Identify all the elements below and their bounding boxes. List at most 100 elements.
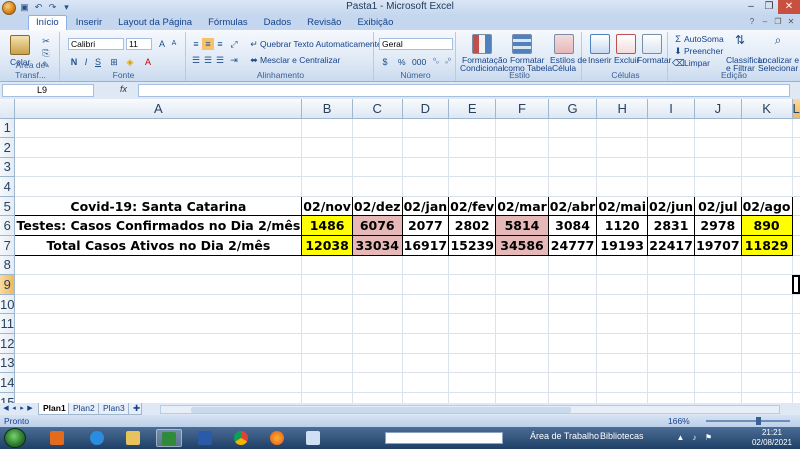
zoom-slider[interactable] bbox=[706, 417, 790, 425]
row-header[interactable]: 13 bbox=[0, 353, 16, 374]
cell-a6[interactable]: Testes: Casos Confirmados no Dia 2/mês bbox=[14, 215, 303, 237]
insert-sheet-icon[interactable]: ✚ bbox=[128, 403, 142, 415]
align-middle-icon[interactable]: ≡ bbox=[202, 38, 214, 50]
conditional-format-icon[interactable] bbox=[472, 34, 492, 54]
cell-j6[interactable]: 2978 bbox=[694, 215, 742, 237]
format-as-table-icon[interactable] bbox=[512, 34, 532, 54]
cell-g7[interactable]: 24777 bbox=[547, 235, 598, 256]
cell-d6[interactable]: 2077 bbox=[401, 215, 450, 237]
worksheet-grid[interactable]: A B C D E F G H I J K L 1 2 3 4 5 Covid-… bbox=[0, 99, 800, 403]
save-icon[interactable]: ▣ bbox=[19, 2, 30, 13]
cell-g6[interactable]: 3084 bbox=[547, 215, 598, 237]
wb-restore-icon[interactable]: ❐ bbox=[773, 17, 783, 27]
cell-k7[interactable]: 11829 bbox=[740, 235, 793, 256]
delete-cells-icon[interactable] bbox=[616, 34, 636, 54]
wb-close-icon[interactable]: ✕ bbox=[786, 17, 796, 27]
align-center-icon[interactable]: ☰ bbox=[202, 54, 214, 66]
minimize-button[interactable]: – bbox=[742, 0, 760, 14]
number-format-combo[interactable]: Geral bbox=[379, 38, 453, 50]
taskbar-word[interactable] bbox=[192, 429, 218, 447]
horizontal-scrollbar[interactable] bbox=[160, 405, 780, 414]
close-button[interactable]: ✕ bbox=[778, 0, 800, 14]
align-bottom-icon[interactable]: ≡ bbox=[214, 38, 226, 50]
column-header-k[interactable]: K bbox=[741, 99, 793, 119]
row-header[interactable]: 14 bbox=[0, 372, 16, 393]
wrap-text-button[interactable]: Quebrar Texto Automaticamente bbox=[260, 39, 382, 49]
desktop-toolbar-label[interactable]: Área de Trabalho bbox=[530, 431, 599, 441]
clear-icon[interactable]: ⌫ bbox=[672, 57, 685, 69]
tab-dados[interactable]: Dados bbox=[257, 16, 298, 30]
column-header-h[interactable]: H bbox=[596, 99, 649, 119]
column-header-e[interactable]: E bbox=[448, 99, 497, 119]
customize-qat-icon[interactable]: ▾ bbox=[61, 2, 72, 13]
tray-network-icon[interactable]: ▲ bbox=[676, 433, 685, 442]
row-header[interactable]: 12 bbox=[0, 333, 16, 354]
clear-button[interactable]: Limpar bbox=[684, 58, 710, 68]
merge-center-button[interactable]: Mesclar e Centralizar bbox=[260, 55, 340, 65]
tab-inicio[interactable]: Início bbox=[28, 15, 67, 30]
wb-minimize-icon[interactable]: – bbox=[760, 17, 770, 27]
start-button[interactable] bbox=[4, 428, 26, 448]
row-header[interactable]: 2 bbox=[0, 137, 16, 158]
row-header[interactable]: 5 bbox=[0, 196, 16, 217]
tray-flag-icon[interactable]: ⚑ bbox=[704, 433, 713, 442]
align-right-icon[interactable]: ☰ bbox=[214, 54, 226, 66]
select-all-corner[interactable] bbox=[0, 99, 16, 119]
increase-decimal-icon[interactable]: ⁰₀ bbox=[430, 56, 442, 68]
bold-button[interactable]: N bbox=[68, 56, 80, 68]
decrease-decimal-icon[interactable]: ₀⁰ bbox=[442, 56, 454, 68]
column-header-g[interactable]: G bbox=[548, 99, 598, 119]
percent-button[interactable]: % bbox=[398, 57, 406, 67]
column-header-a[interactable]: A bbox=[14, 99, 303, 119]
font-color-icon[interactable]: A bbox=[142, 56, 154, 68]
column-header-j[interactable]: J bbox=[694, 99, 742, 119]
shrink-font-icon[interactable]: A bbox=[168, 38, 180, 50]
row-header[interactable]: 8 bbox=[0, 255, 16, 276]
row-header[interactable]: 1 bbox=[0, 118, 16, 139]
insert-cells-icon[interactable] bbox=[590, 34, 610, 54]
font-size-combo[interactable]: 11 bbox=[126, 38, 152, 50]
column-header-f[interactable]: F bbox=[495, 99, 549, 119]
grow-font-icon[interactable]: A bbox=[156, 38, 168, 50]
taskbar-media-player[interactable] bbox=[44, 429, 70, 447]
sort-filter-icon[interactable]: ⇅ bbox=[734, 34, 746, 46]
cell-b6[interactable]: 1486 bbox=[301, 215, 353, 237]
restore-button[interactable]: ❐ bbox=[760, 0, 778, 14]
redo-icon[interactable]: ↷ bbox=[47, 2, 58, 13]
merge-center-icon[interactable]: ⬌ bbox=[248, 54, 260, 66]
cell-k6[interactable]: 890 bbox=[740, 215, 793, 237]
taskbar-chrome[interactable] bbox=[228, 429, 254, 447]
taskbar-search-input[interactable] bbox=[385, 432, 503, 444]
last-sheet-icon[interactable]: ▶ bbox=[26, 404, 34, 414]
cell-f5[interactable]: 02/mar bbox=[495, 195, 549, 217]
cell-e6[interactable]: 2802 bbox=[448, 215, 497, 237]
first-sheet-icon[interactable]: ◀ bbox=[2, 404, 10, 414]
cell-i5[interactable]: 02/jun bbox=[647, 195, 696, 217]
fill-color-icon[interactable]: ◈ bbox=[124, 56, 136, 68]
tab-layout[interactable]: Layout da Página bbox=[111, 16, 199, 30]
cell-a5[interactable]: Covid-19: Santa Catarina bbox=[14, 195, 303, 217]
sheet-tab-plan1[interactable]: Plan1 bbox=[38, 403, 71, 415]
sheet-tab-plan2[interactable]: Plan2 bbox=[68, 403, 100, 415]
thousands-button[interactable]: 000 bbox=[412, 57, 426, 67]
cell-c7[interactable]: 33034 bbox=[351, 235, 403, 256]
cell-g5[interactable]: 02/abr bbox=[547, 195, 598, 217]
tray-volume-icon[interactable]: ♪ bbox=[690, 433, 699, 442]
autosum-button[interactable]: AutoSoma bbox=[684, 34, 724, 44]
taskbar-notepad[interactable] bbox=[300, 429, 326, 447]
paste-icon[interactable] bbox=[10, 35, 30, 55]
row-header[interactable]: 4 bbox=[0, 176, 16, 197]
cell-f6[interactable]: 5814 bbox=[495, 215, 549, 237]
cell-e5[interactable]: 02/fev bbox=[448, 195, 497, 217]
cell-i7[interactable]: 22417 bbox=[647, 235, 696, 256]
formula-input[interactable] bbox=[138, 84, 790, 97]
align-top-icon[interactable]: ≡ bbox=[190, 38, 202, 50]
help-icon[interactable]: ? bbox=[747, 17, 757, 27]
taskbar-firefox[interactable] bbox=[264, 429, 290, 447]
tab-inserir[interactable]: Inserir bbox=[69, 16, 109, 30]
indent-icon[interactable]: ⇥ bbox=[228, 54, 240, 66]
cut-icon[interactable]: ✂ bbox=[40, 35, 52, 47]
taskbar-excel[interactable] bbox=[156, 429, 182, 447]
sheet-tab-plan3[interactable]: Plan3 bbox=[98, 403, 130, 415]
column-header-i[interactable]: I bbox=[647, 99, 696, 119]
